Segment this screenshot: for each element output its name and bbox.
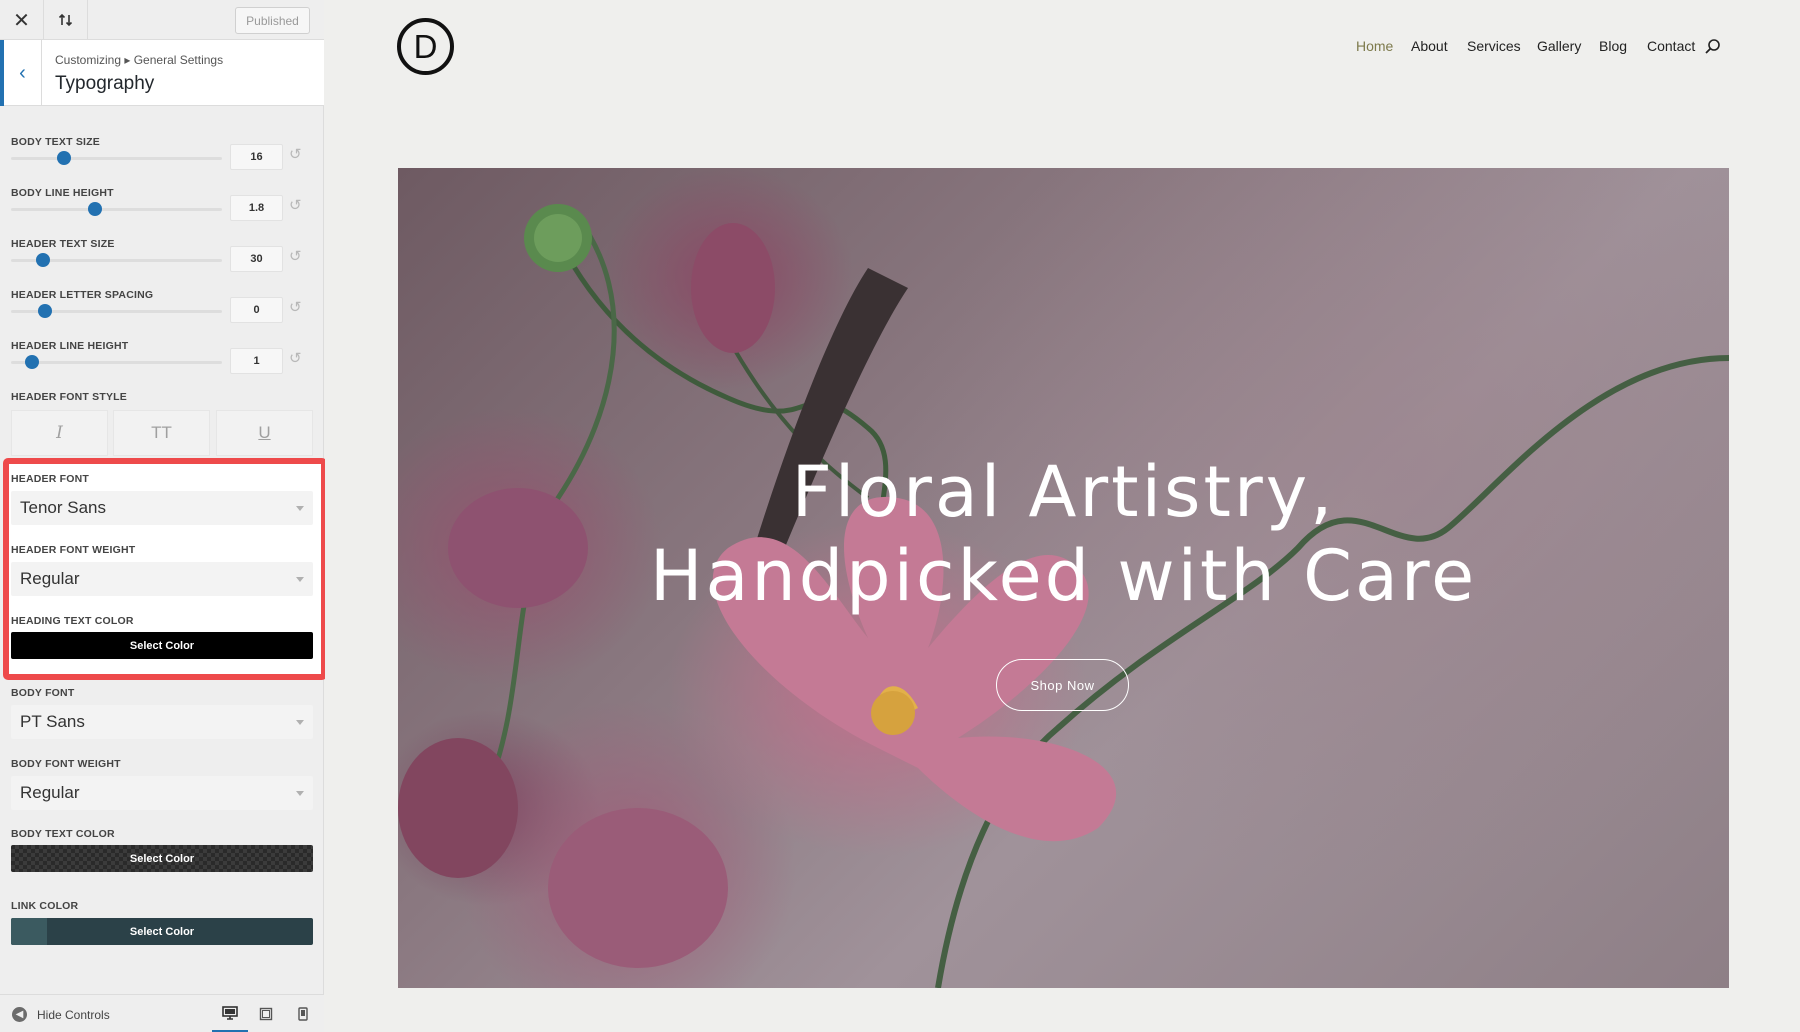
link-color-button[interactable]: Select Color <box>11 918 313 945</box>
hero-title-line-1: Floral Artistry, <box>791 451 1336 533</box>
reset-icon[interactable]: ↺ <box>289 300 305 316</box>
desktop-icon <box>222 1005 238 1020</box>
italic-icon: I <box>56 423 63 443</box>
chevron-left-icon: ‹ <box>19 61 26 84</box>
shop-now-button[interactable]: Shop Now <box>996 659 1129 711</box>
hero-title-line-2: Handpicked with Care <box>649 535 1478 617</box>
close-icon: ✕ <box>13 9 30 32</box>
mobile-preview-button[interactable] <box>285 995 321 1032</box>
slider-thumb[interactable] <box>25 355 40 369</box>
search-icon[interactable] <box>1704 38 1721 55</box>
body-font-label: BODY FONT <box>11 687 75 699</box>
tablet-icon <box>259 1007 273 1021</box>
body-text-color-label: BODY TEXT COLOR <box>11 828 115 840</box>
body-text-color-button[interactable]: Select Color <box>11 845 313 872</box>
nav-about[interactable]: About <box>1411 38 1448 54</box>
section-title: Typography <box>55 73 155 94</box>
logo-letter: D <box>413 27 438 65</box>
section-header: ‹ Customizing ▸ General Settings Typogra… <box>0 40 324 106</box>
slider-thumb[interactable] <box>56 151 71 165</box>
hero-title: Floral Artistry, Handpicked with Care <box>398 450 1729 618</box>
body-font-weight-value: Regular <box>20 783 80 802</box>
reset-icon[interactable]: ↺ <box>289 147 305 163</box>
chevron-down-icon <box>296 720 304 725</box>
body-line-height-value[interactable]: 1.8 <box>230 195 283 221</box>
nav-gallery[interactable]: Gallery <box>1537 38 1581 54</box>
hide-controls-button[interactable]: Hide Controls <box>37 1008 110 1022</box>
sort-arrows-icon <box>58 13 72 27</box>
collapse-icon[interactable]: ◀ <box>12 1007 27 1022</box>
body-font-value: PT Sans <box>20 712 85 731</box>
reorder-button[interactable] <box>44 0 88 40</box>
desktop-preview-button[interactable] <box>212 995 248 1032</box>
header-text-size-label: HEADER TEXT SIZE <box>11 238 115 250</box>
header-line-height-value[interactable]: 1 <box>230 348 283 374</box>
italic-button[interactable]: I <box>11 410 108 456</box>
customizer-topbar: ✕ Published <box>0 0 324 40</box>
close-customizer-button[interactable]: ✕ <box>0 0 44 40</box>
link-color-button-label: Select Color <box>129 925 195 938</box>
mobile-icon <box>298 1007 308 1021</box>
header-letter-spacing-label: HEADER LETTER SPACING <box>11 289 154 301</box>
body-line-height-label: BODY LINE HEIGHT <box>11 187 114 199</box>
body-text-size-slider[interactable] <box>11 151 222 165</box>
slider-thumb[interactable] <box>35 253 50 267</box>
customizer-footer: ◀ Hide Controls <box>0 994 324 1032</box>
header-text-size-value[interactable]: 30 <box>230 246 283 272</box>
header-font-style-label: HEADER FONT STYLE <box>11 391 127 403</box>
header-letter-spacing-value[interactable]: 0 <box>230 297 283 323</box>
reset-icon[interactable]: ↺ <box>289 198 305 214</box>
nav-blog[interactable]: Blog <box>1599 38 1627 54</box>
underline-button[interactable]: U <box>216 410 313 456</box>
body-font-weight-label: BODY FONT WEIGHT <box>11 758 121 770</box>
highlight-annotation <box>3 458 327 680</box>
nav-services[interactable]: Services <box>1467 38 1521 54</box>
hero-banner: Floral Artistry, Handpicked with Care Sh… <box>398 168 1729 988</box>
breadcrumb: Customizing ▸ General Settings <box>55 53 224 67</box>
tablet-preview-button[interactable] <box>248 995 284 1032</box>
nav-home[interactable]: Home <box>1356 38 1393 54</box>
header-text-size-slider[interactable] <box>11 253 222 267</box>
slider-thumb[interactable] <box>88 202 103 216</box>
body-font-weight-select[interactable]: Regular <box>11 776 313 810</box>
body-text-size-label: BODY TEXT SIZE <box>11 136 100 148</box>
site-logo[interactable]: D <box>397 18 454 75</box>
back-button[interactable]: ‹ <box>0 40 42 106</box>
body-font-select[interactable]: PT Sans <box>11 705 313 739</box>
slider-thumb[interactable] <box>37 304 52 318</box>
underline-icon: U <box>258 423 271 442</box>
reset-icon[interactable]: ↺ <box>289 249 305 265</box>
published-button[interactable]: Published <box>235 7 310 34</box>
header-line-height-label: HEADER LINE HEIGHT <box>11 340 129 352</box>
site-preview: D Home About Services Gallery Blog Conta… <box>325 0 1800 1032</box>
header-letter-spacing-slider[interactable] <box>11 304 222 318</box>
body-line-height-slider[interactable] <box>11 202 222 216</box>
nav-contact[interactable]: Contact <box>1647 38 1695 54</box>
body-text-size-value[interactable]: 16 <box>230 144 283 170</box>
link-color-label: LINK COLOR <box>11 900 79 912</box>
uppercase-button[interactable]: TT <box>113 410 210 456</box>
reset-icon[interactable]: ↺ <box>289 351 305 367</box>
customizer-panel: ✕ Published ‹ Customizing ▸ General Sett… <box>0 0 327 1032</box>
uppercase-icon: TT <box>151 423 172 442</box>
chevron-down-icon <box>296 791 304 796</box>
header-line-height-slider[interactable] <box>11 355 222 369</box>
